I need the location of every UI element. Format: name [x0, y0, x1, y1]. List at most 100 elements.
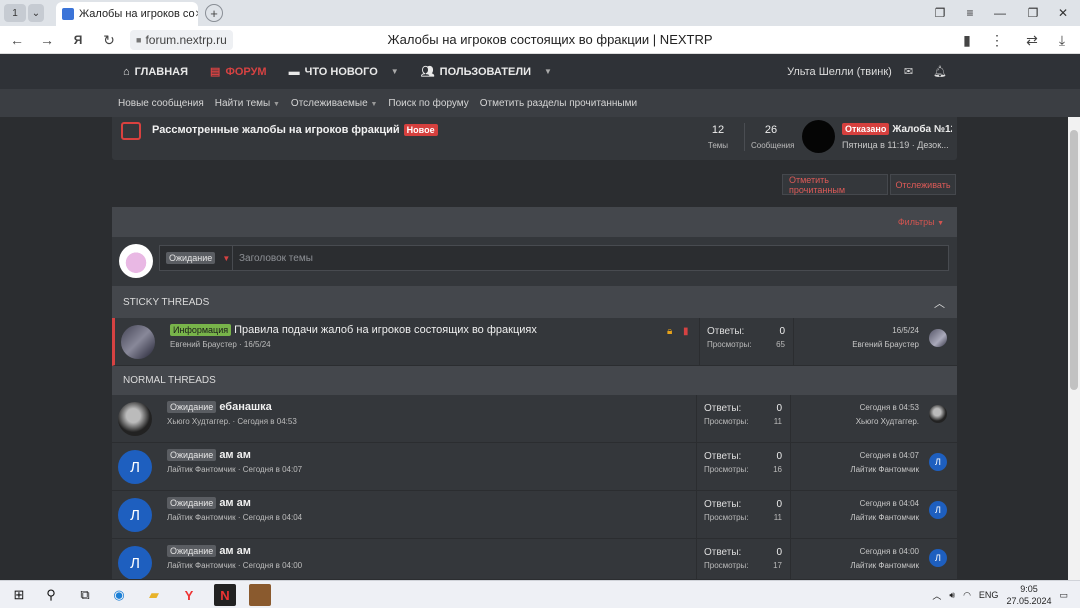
minimize-button[interactable]: — — [985, 0, 1015, 26]
scrollbar-thumb[interactable] — [1070, 130, 1078, 390]
nav-account: Ульта Шелли (твинк) ✉ 🔔︎ — [787, 54, 947, 89]
maximize-button[interactable]: ❐ — [1018, 0, 1048, 26]
thread-title[interactable]: Информация Правила подачи жалоб на игрок… — [170, 324, 537, 336]
avatar[interactable] — [121, 325, 155, 359]
account-name[interactable]: Ульта Шелли (твинк) — [787, 66, 892, 78]
thread-title-text: ам ам — [219, 449, 251, 461]
volume-icon[interactable]: 🔊︎ — [949, 590, 955, 601]
table-row[interactable]: Л Ожидание ам ам Лайтик Фантомчик · Сего… — [112, 491, 957, 539]
chevron-down-icon[interactable]: ▼ — [391, 67, 399, 76]
avatar[interactable] — [118, 402, 152, 436]
windows-start-icon[interactable]: ⊞ — [8, 584, 30, 606]
collections-icon[interactable]: ❐ — [925, 0, 955, 26]
forward-icon[interactable]: → — [35, 26, 59, 54]
game-icon[interactable] — [249, 584, 271, 606]
chevron-down-icon[interactable]: ▼ — [544, 67, 552, 76]
clock[interactable]: 9:05 27.05.2024 — [1006, 583, 1051, 607]
chevron-up-icon[interactable]: ︿ — [932, 589, 941, 602]
avatar[interactable]: Л — [929, 501, 947, 519]
posts-stat: 26 Сообщения — [751, 124, 795, 150]
chevron-up-icon[interactable]: ︿ — [934, 295, 945, 311]
close-tab-icon[interactable]: ✕ — [195, 9, 198, 20]
translate-icon[interactable]: ⇄ — [1020, 26, 1044, 54]
mail-icon[interactable]: ✉ — [904, 65, 913, 78]
back-icon[interactable]: ← — [5, 26, 29, 54]
url-field[interactable]: ■ forum.nextrp.ru — [130, 30, 233, 50]
last-post[interactable]: Сегодня в 04:00 Лайтик Фантомчик — [850, 547, 919, 570]
reload-icon[interactable]: ↻ — [97, 26, 121, 54]
file-explorer-icon[interactable]: ▰ — [143, 584, 165, 606]
nav-users[interactable]: 👥︎ ПОЛЬЗОВАТЕЛИ ▼ — [410, 54, 563, 89]
last-post[interactable]: 16/5/24 Евгений Браустер — [852, 326, 919, 349]
notifications-icon[interactable]: ▭ — [1059, 590, 1068, 601]
app-icon[interactable]: N — [214, 584, 236, 606]
nav-forum[interactable]: ▤ ФОРУМ — [199, 54, 278, 89]
last-post[interactable]: ОтказаноЖалоба №12F Пятница в 11:19 · Де… — [842, 123, 952, 150]
thread-title[interactable]: Ожидание ам ам — [167, 449, 251, 461]
thread-title[interactable]: Ожидание ам ам — [167, 497, 251, 509]
close-window-button[interactable]: ✕ — [1048, 0, 1078, 26]
search-icon[interactable]: ⚲ — [40, 584, 62, 606]
table-row[interactable]: Информация Правила подачи жалоб на игрок… — [112, 318, 957, 366]
last-post[interactable]: Сегодня в 04:53 Хьюго Худтаггер. — [856, 403, 919, 426]
avatar[interactable] — [929, 329, 947, 347]
mark-read-button[interactable]: Отметить прочитанным — [782, 174, 888, 195]
nav-forum-label: ФОРУМ — [225, 65, 267, 78]
table-row[interactable]: Ожидание ебанашка Хьюго Худтаггер. · Сег… — [112, 395, 957, 443]
thread-title[interactable]: Ожидание ам ам — [167, 545, 251, 557]
views-label: Просмотры: — [704, 465, 749, 474]
last-post-user: Лайтик Фантомчик — [850, 465, 919, 474]
avatar[interactable] — [929, 405, 947, 423]
avatar[interactable]: Л — [118, 546, 152, 579]
last-post[interactable]: Сегодня в 04:04 Лайтик Фантомчик — [850, 499, 919, 522]
browser-tab[interactable]: Жалобы на игроков со ✕ — [56, 2, 198, 26]
watch-button[interactable]: Отслеживать — [890, 174, 956, 195]
bookmark-icon[interactable]: ▮ — [955, 26, 979, 54]
new-badge: Новое — [403, 124, 438, 136]
subnav-mark-read[interactable]: Отметить разделы прочитанными — [480, 98, 637, 109]
thread-title[interactable]: Ожидание ебанашка — [167, 401, 272, 413]
task-view-icon[interactable]: ⧉ — [74, 584, 96, 606]
nav-home[interactable]: ⌂ ГЛАВНАЯ — [112, 54, 199, 89]
avatar[interactable]: Л — [929, 549, 947, 567]
chevron-down-icon: ▼ — [370, 100, 378, 108]
last-post[interactable]: Сегодня в 04:07 Лайтик Фантомчик — [850, 451, 919, 474]
avatar[interactable]: Л — [118, 498, 152, 532]
avatar[interactable]: Л — [929, 453, 947, 471]
posts-label: Сообщения — [751, 141, 795, 150]
prefix-select[interactable]: Ожидание ▼ — [160, 246, 233, 270]
filters-button[interactable]: Фильтры ▼ — [898, 217, 944, 227]
subnav-new-posts[interactable]: Новые сообщения — [118, 98, 204, 109]
new-thread-bar: Ожидание ▼ Заголовок темы — [112, 237, 957, 286]
avatar[interactable] — [802, 120, 835, 153]
subnav-watched[interactable]: Отслеживаемые ▼ — [291, 98, 377, 109]
bell-icon[interactable]: 🔔︎ — [933, 65, 947, 78]
more-icon[interactable]: ⋮ — [985, 26, 1009, 54]
new-thread-field: Ожидание ▼ Заголовок темы — [159, 245, 949, 271]
table-row[interactable]: Л Ожидание ам ам Лайтик Фантомчик · Сего… — [112, 539, 957, 580]
replies-label: Ответы: — [704, 451, 742, 462]
tab-counter-button[interactable]: 1 — [4, 4, 26, 22]
subnav-search[interactable]: Поиск по форуму — [388, 98, 468, 109]
edge-icon[interactable]: ◉ — [108, 584, 130, 606]
views-label: Просмотры: — [704, 417, 749, 426]
new-tab-button[interactable]: + — [205, 4, 223, 22]
menu-icon[interactable]: ≡ — [955, 0, 985, 26]
nav-whats-new[interactable]: ▬ ЧТО НОВОГО ▼ — [278, 54, 410, 89]
taskbar: ⊞ ⚲ ⧉ ◉ ▰ Y N ︿ 🔊︎ ◠ ENG 9:05 27.05.2024… — [0, 580, 1080, 608]
thread-meta: Евгений Браустер · 16/5/24 — [170, 340, 271, 349]
last-post-date: Сегодня в 04:04 — [859, 499, 919, 508]
thread-stats: Ответы: 0 Просмотры: 17 — [696, 539, 791, 579]
subforum-title[interactable]: Рассмотренные жалобы на игроков фракций … — [152, 124, 438, 136]
yandex-browser-icon[interactable]: Y — [178, 584, 200, 606]
downloads-icon[interactable]: ⤓ — [1050, 26, 1074, 54]
language-indicator[interactable]: ENG — [979, 590, 999, 600]
thread-title-input[interactable]: Заголовок темы — [233, 253, 313, 264]
table-row[interactable]: Л Ожидание ам ам Лайтик Фантомчик · Сего… — [112, 443, 957, 491]
subnav-find-threads[interactable]: Найти темы ▼ — [215, 98, 280, 109]
avatar[interactable]: Л — [118, 450, 152, 484]
tabs-menu-button[interactable]: ⌄ — [28, 4, 44, 22]
status-badge: Ожидание — [167, 545, 217, 557]
yandex-icon[interactable]: Я — [66, 26, 90, 54]
wifi-icon[interactable]: ◠ — [963, 590, 971, 601]
